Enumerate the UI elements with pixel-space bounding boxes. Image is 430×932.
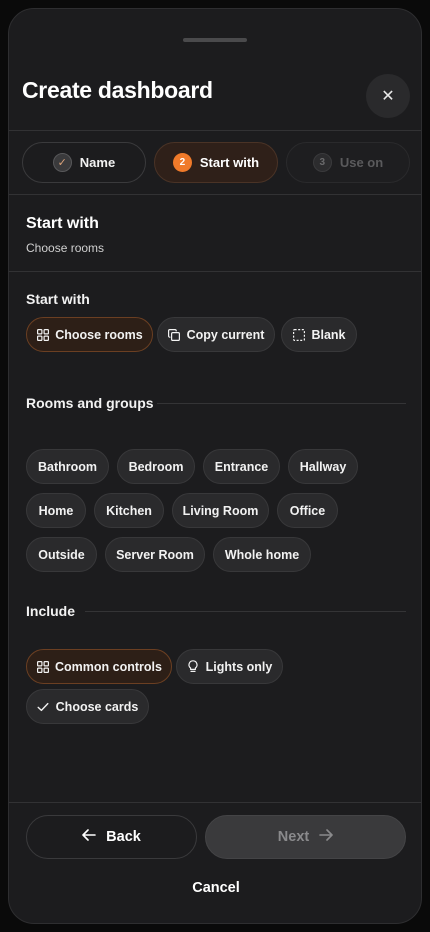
chip-label: Common controls xyxy=(55,659,162,674)
chip-label: Choose cards xyxy=(55,699,139,714)
cancel-button[interactable]: Cancel xyxy=(9,880,421,896)
include-label: Include xyxy=(26,603,76,619)
section-subtitle: Choose rooms xyxy=(26,241,105,255)
room-chip[interactable]: Whole home xyxy=(213,537,311,572)
arrow-right-icon xyxy=(319,829,334,845)
close-button[interactable]: ✕ xyxy=(366,74,410,118)
next-label: Next xyxy=(277,829,310,845)
chip-label: Choose rooms xyxy=(55,327,143,342)
divider xyxy=(9,271,421,272)
step-label: Use on xyxy=(339,155,384,170)
page-title: Create dashboard xyxy=(22,77,213,103)
room-chip[interactable]: Server Room xyxy=(105,537,205,572)
chip-label: Blank xyxy=(311,327,346,342)
common-controls-button[interactable]: Common controls xyxy=(26,649,172,684)
next-button[interactable]: Next xyxy=(205,815,406,859)
divider xyxy=(157,403,406,404)
choose-cards-button[interactable]: Choose cards xyxy=(26,689,149,724)
chip-label: Copy current xyxy=(186,327,265,342)
close-icon: ✕ xyxy=(381,88,395,105)
copy-current-button[interactable]: Copy current xyxy=(157,317,275,352)
step-number: 2 xyxy=(172,153,192,172)
step-name[interactable]: ✓ Name xyxy=(22,142,146,183)
step-label: Start with xyxy=(199,155,260,170)
divider xyxy=(9,130,421,131)
room-chip[interactable]: Bedroom xyxy=(117,449,195,484)
grid-icon xyxy=(36,328,49,341)
room-chip[interactable]: Bathroom xyxy=(26,449,109,484)
blank-button[interactable]: Blank xyxy=(281,317,357,352)
check-icon: ✓ xyxy=(52,153,72,172)
section-title: Start with xyxy=(26,215,99,232)
step-label: Name xyxy=(79,155,116,170)
dashed-square-icon xyxy=(292,328,305,341)
room-chip[interactable]: Living Room xyxy=(172,493,269,528)
drag-handle[interactable] xyxy=(183,38,247,42)
divider xyxy=(9,194,421,195)
check-icon xyxy=(37,700,50,713)
choose-rooms-button[interactable]: Choose rooms xyxy=(26,317,153,352)
room-chip[interactable]: Kitchen xyxy=(94,493,164,528)
create-dashboard-sheet: Create dashboard ✕ ✓ Name 2 Start with 3… xyxy=(8,8,422,924)
lights-only-button[interactable]: Lights only xyxy=(176,649,283,684)
rooms-label: Rooms and groups xyxy=(26,395,154,411)
room-chip[interactable]: Outside xyxy=(26,537,97,572)
lightbulb-icon xyxy=(187,660,200,673)
start-with-label: Start with xyxy=(26,291,90,307)
step-start-with[interactable]: 2 Start with xyxy=(154,142,278,183)
room-chip[interactable]: Office xyxy=(277,493,338,528)
room-chip[interactable]: Home xyxy=(26,493,86,528)
grid-icon xyxy=(36,660,49,673)
chip-label: Lights only xyxy=(205,659,273,674)
back-label: Back xyxy=(106,829,141,845)
divider xyxy=(85,611,406,612)
back-button[interactable]: Back xyxy=(26,815,197,859)
arrow-left-icon xyxy=(82,829,96,845)
step-use-on: 3 Use on xyxy=(286,142,410,183)
room-chip[interactable]: Entrance xyxy=(203,449,280,484)
divider xyxy=(9,802,421,803)
step-number: 3 xyxy=(312,153,332,172)
copy-icon xyxy=(168,328,181,341)
room-chip[interactable]: Hallway xyxy=(288,449,358,484)
